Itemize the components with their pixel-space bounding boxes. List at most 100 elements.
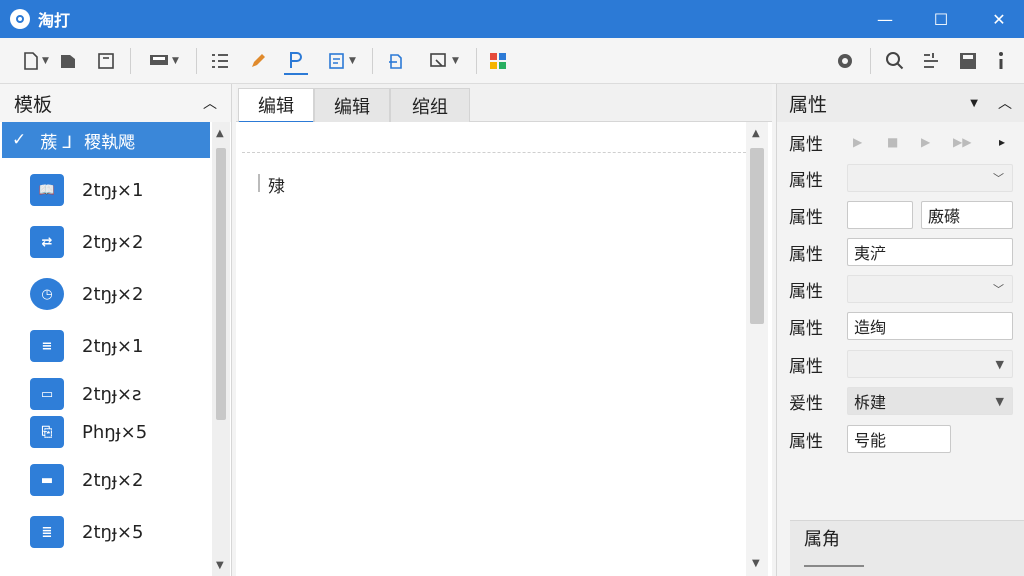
editor-scrollbar[interactable]: ▲ ▼ bbox=[746, 122, 768, 576]
editor-canvas[interactable]: 殔 bbox=[236, 122, 772, 576]
property-input[interactable] bbox=[847, 201, 913, 229]
template-item[interactable]: ≣ 2tŋɟ×5 bbox=[30, 512, 210, 552]
property-select[interactable]: 柝建 ▼ bbox=[847, 387, 1013, 415]
properties-header: 属性 ▼ ︿ bbox=[777, 84, 1024, 122]
next-icon[interactable]: ▶ bbox=[921, 135, 930, 149]
settings-button[interactable] bbox=[832, 47, 858, 75]
new-file-button[interactable]: ▼ bbox=[16, 47, 56, 75]
scroll-up-icon[interactable]: ▲ bbox=[216, 128, 224, 139]
sub-panel-title[interactable]: 属角 bbox=[790, 521, 1024, 555]
fast-forward-icon[interactable]: ▶▶ bbox=[953, 135, 971, 149]
new-file-icon bbox=[24, 52, 38, 70]
template-item[interactable]: ◷ 2tŋɟ×2 bbox=[30, 274, 210, 314]
template-item[interactable]: ≡ 2tŋɟ×1 bbox=[30, 326, 210, 366]
format-icon bbox=[329, 53, 344, 69]
paragraph-button[interactable] bbox=[284, 47, 308, 75]
minimize-button[interactable]: — bbox=[862, 0, 908, 38]
template-item[interactable]: 📖 2tŋɟ×1 bbox=[30, 170, 210, 210]
save-icon bbox=[960, 53, 976, 69]
toolbar-separator bbox=[476, 48, 477, 74]
scroll-up-icon[interactable]: ▲ bbox=[752, 128, 760, 139]
page-button[interactable] bbox=[94, 47, 118, 75]
tab-group[interactable]: 绾组 bbox=[390, 88, 470, 122]
template-item[interactable]: ⎘ Phŋɟ×5 bbox=[30, 412, 210, 452]
property-input[interactable]: 夷浐 bbox=[847, 238, 1013, 266]
color-grid-button[interactable] bbox=[486, 47, 510, 75]
template-label: 2tŋɟ×1 bbox=[82, 335, 144, 357]
selected-group-label-a: 蔟 ⅃ bbox=[40, 132, 73, 153]
collapse-panel-icon[interactable]: ︿ bbox=[203, 93, 217, 113]
property-row: 属性 造绹 bbox=[777, 310, 1024, 342]
editor-text[interactable]: 殔 bbox=[268, 172, 285, 197]
property-row: 属性 廒礤 bbox=[777, 199, 1024, 231]
close-button[interactable]: ✕ bbox=[976, 0, 1022, 38]
collapse-panel-icon[interactable]: ︿ bbox=[998, 93, 1012, 113]
scroll-down-icon[interactable]: ▼ bbox=[216, 560, 224, 571]
maximize-button[interactable]: ☐ bbox=[918, 0, 964, 38]
tools-icon bbox=[924, 53, 938, 68]
paragraph-icon bbox=[290, 52, 302, 68]
property-label: 爰性 bbox=[789, 393, 823, 414]
search-button[interactable] bbox=[882, 47, 908, 75]
chevron-down-icon: ﹀ bbox=[993, 172, 1004, 185]
card-icon: ⇄ bbox=[30, 226, 64, 258]
clock-icon: ◷ bbox=[30, 278, 64, 310]
more-icon bbox=[999, 52, 1003, 69]
text-cursor bbox=[258, 174, 260, 192]
pen-button[interactable] bbox=[246, 47, 270, 75]
scrollbar-thumb[interactable] bbox=[216, 148, 226, 420]
image-button[interactable]: ▼ bbox=[422, 47, 466, 75]
select-value: 柝建 bbox=[854, 393, 887, 412]
chevron-down-icon: ▼ bbox=[995, 394, 1004, 408]
print-button[interactable]: ▼ bbox=[142, 47, 186, 75]
end-icon[interactable]: ▸ bbox=[999, 135, 1005, 149]
template-label: 2tŋɟ×2 bbox=[82, 231, 144, 253]
property-label: 属性 bbox=[789, 207, 823, 228]
toolbar-separator bbox=[130, 48, 131, 74]
property-label: 属性 bbox=[789, 134, 823, 155]
format-button[interactable]: ▼ bbox=[322, 47, 362, 75]
stop-icon[interactable]: ■ bbox=[887, 135, 898, 149]
print-icon bbox=[150, 55, 169, 65]
open-file-button[interactable] bbox=[56, 47, 80, 75]
toolbar-separator bbox=[372, 48, 373, 74]
property-select[interactable]: ﹀ bbox=[847, 164, 1013, 192]
template-panel-title: 模板 bbox=[14, 93, 53, 116]
list-button[interactable] bbox=[208, 47, 232, 75]
template-label: 2tŋɟ×5 bbox=[82, 521, 144, 543]
template-label: 2tŋɟ×2 bbox=[82, 283, 144, 305]
color-grid-icon bbox=[490, 53, 506, 69]
property-input[interactable]: 造绹 bbox=[847, 312, 1013, 340]
tab-edit-1[interactable]: 编辑 bbox=[238, 88, 314, 124]
selected-template-group[interactable]: ✓ 蔟 ⅃ 稷執飔 bbox=[2, 122, 210, 158]
dropdown-icon[interactable]: ▼ bbox=[970, 98, 978, 109]
sub-properties-panel: 属角 bbox=[790, 520, 1024, 576]
property-input[interactable]: 号能 bbox=[847, 425, 951, 453]
play-icon[interactable]: ▶ bbox=[853, 135, 862, 149]
export-button[interactable] bbox=[384, 47, 408, 75]
template-item[interactable]: ▬ 2tŋɟ×2 bbox=[30, 460, 210, 500]
tools-button[interactable] bbox=[918, 47, 944, 75]
page-margin-line bbox=[242, 152, 746, 153]
book-icon: 📖 bbox=[30, 174, 64, 206]
check-icon: ✓ bbox=[12, 130, 27, 150]
scrollbar-thumb[interactable] bbox=[750, 148, 764, 324]
property-select[interactable]: ▼ bbox=[847, 350, 1013, 378]
scroll-down-icon[interactable]: ▼ bbox=[752, 558, 760, 569]
property-select[interactable]: ﹀ bbox=[847, 275, 1013, 303]
properties-panel: 属性 ▼ ︿ 属性 ▶ ■ ▶ ▶▶ ▸ 属性 ﹀ 属性 廒礤 属性 夷浐 属性… bbox=[776, 84, 1024, 576]
app-logo-icon bbox=[10, 9, 30, 29]
title-bar: 淘打 — ☐ ✕ bbox=[0, 0, 1024, 38]
settings-icon bbox=[838, 54, 852, 68]
template-scrollbar[interactable]: ▲ ▼ bbox=[212, 122, 230, 576]
more-button[interactable] bbox=[990, 47, 1012, 75]
template-item[interactable]: ⇄ 2tŋɟ×2 bbox=[30, 222, 210, 262]
tab-edit-2[interactable]: 编辑 bbox=[314, 88, 390, 122]
template-item[interactable]: ▭ 2tŋɟ×ƨ bbox=[30, 374, 210, 414]
property-input-secondary[interactable]: 廒礤 bbox=[921, 201, 1013, 229]
property-row: 属性 ▶ ■ ▶ ▶▶ ▸ bbox=[777, 126, 1024, 158]
toolbar-separator bbox=[870, 48, 871, 74]
app-title: 淘打 bbox=[38, 11, 71, 30]
save-button[interactable] bbox=[955, 47, 981, 75]
search-icon bbox=[886, 52, 904, 70]
